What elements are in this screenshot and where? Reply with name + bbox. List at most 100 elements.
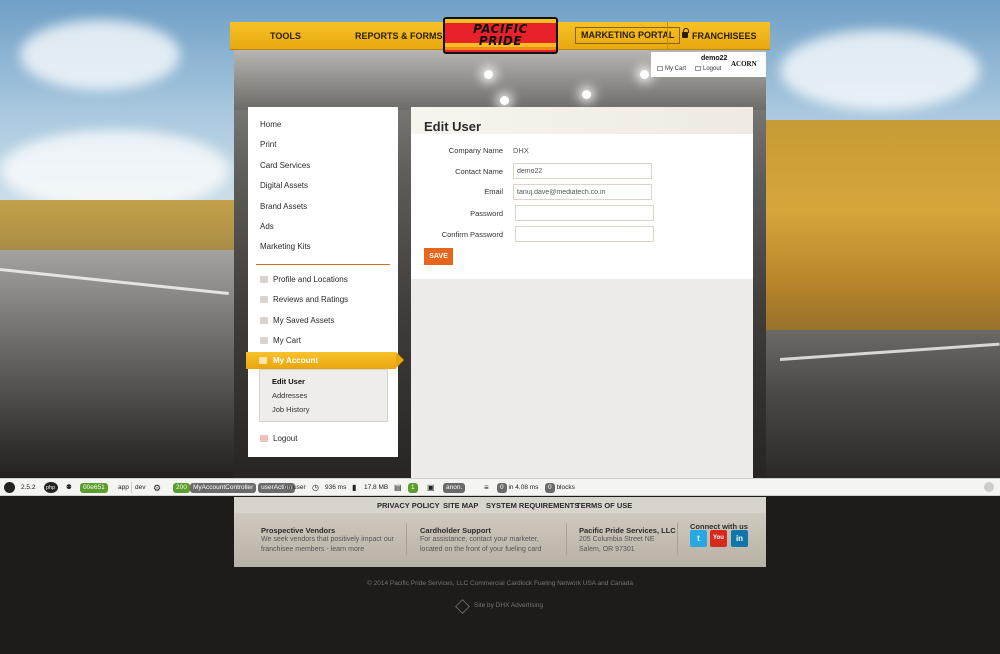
nav-franchisees-label: FRANCHISEES (692, 31, 757, 41)
page-title: Edit User (424, 119, 482, 134)
footer-terms-of-use[interactable]: TERMS OF USE (576, 501, 632, 510)
canopy-light (500, 96, 509, 105)
controller-badge[interactable]: MyAccountController userAction (190, 483, 295, 493)
youtube-icon[interactable]: You (710, 530, 727, 547)
queries-badge[interactable]: 0 in 4.08 ms (497, 483, 538, 493)
forms-badge[interactable]: 1 (408, 483, 418, 493)
php-label: php (46, 485, 56, 491)
nav-marketing-portal[interactable]: MARKETING PORTAL (575, 27, 681, 44)
submenu-edit-user[interactable]: Edit User (272, 377, 305, 386)
nav-franchisees[interactable]: FRANCHISEES (670, 22, 770, 50)
memory-value[interactable]: 17.8 MB (364, 483, 388, 493)
user-icon: ▣ (427, 483, 435, 492)
sidebar-item-profile[interactable]: Profile and Locations (260, 275, 348, 284)
sidebar-item-home[interactable]: Home (260, 120, 281, 129)
vendors-title: Prospective Vendors (261, 526, 336, 535)
user-box: demo22 My Cart Logout ACORN (651, 52, 766, 77)
footer-separator (566, 523, 567, 555)
logo-text-line2: PRIDE (478, 34, 523, 48)
close-icon[interactable] (984, 482, 994, 492)
company-name-value: DHX (513, 146, 529, 155)
confirm-password-label: Confirm Password (441, 230, 503, 239)
blocks-label: blocks (556, 484, 575, 491)
sidebar-item-my-cart[interactable]: My Cart (260, 336, 301, 345)
sidebar-item-reviews[interactable]: Reviews and Ratings (260, 295, 348, 304)
db-icon: ≡ (484, 483, 489, 492)
background-cloud (20, 20, 180, 90)
sidebar-item-marketing-kits[interactable]: Marketing Kits (260, 242, 311, 251)
sidebar-item-label: Profile and Locations (273, 275, 348, 284)
account-icon (259, 357, 267, 364)
vendors-text-line2[interactable]: franchisee members - learn more (261, 545, 364, 555)
footer-system-requirements[interactable]: SYSTEM REQUIREMENTS (486, 501, 579, 510)
footer-separator (406, 523, 407, 555)
nav-reports-forms[interactable]: REPORTS & FORMS (355, 22, 443, 50)
vendors-text-line1: We seek vendors that positively impact o… (261, 536, 394, 543)
confirm-password-field[interactable] (515, 226, 654, 242)
reviews-icon (260, 296, 268, 303)
pacific-pride-logo[interactable]: PACIFIC PRIDE (443, 17, 558, 54)
canopy-light (484, 70, 493, 79)
sidebar-item-logout[interactable]: Logout (260, 434, 297, 443)
sidebar-item-label: My Account (273, 356, 319, 365)
email-label: Email (484, 187, 503, 196)
cart-icon (657, 66, 663, 71)
background-cloud (780, 30, 980, 110)
company-address-line2: Salem, OR 97301 (579, 546, 635, 553)
sidebar-item-label: My Cart (273, 336, 301, 345)
status-code: 200 (173, 483, 190, 493)
controller-name: MyAccountController (190, 483, 257, 493)
debug-toolbar: 2.5.2 php ⚉ 00e651 app dev ⚙ 200 MyAccou… (0, 478, 1000, 496)
logout-icon (260, 435, 268, 442)
forms-count: 1 (408, 483, 418, 493)
token-value: 00e651 (80, 483, 108, 493)
my-cart-link[interactable]: My Cart (657, 66, 686, 72)
form-icon: ▤ (394, 483, 402, 492)
blocks-badge[interactable]: 0 blocks (545, 483, 575, 493)
nav-tools[interactable]: TOOLS (270, 22, 301, 50)
submenu-addresses[interactable]: Addresses (272, 391, 307, 400)
linkedin-icon[interactable]: in (731, 530, 748, 547)
sidebar-item-digital-assets[interactable]: Digital Assets (260, 181, 308, 190)
password-field[interactable] (515, 205, 654, 221)
saved-assets-icon (260, 317, 268, 324)
profile-icon (260, 276, 268, 283)
config-icon[interactable]: ⚉ (66, 483, 72, 493)
footer-site-map[interactable]: SITE MAP (443, 501, 478, 510)
user-value: anon. (443, 483, 466, 493)
twitter-icon[interactable]: t (690, 530, 707, 547)
email-field[interactable] (513, 184, 652, 200)
sidebar-item-label: Reviews and Ratings (273, 295, 349, 304)
submenu-job-history[interactable]: Job History (272, 405, 310, 414)
logout-label: Logout (703, 66, 722, 73)
contact-name-field[interactable] (513, 163, 652, 179)
sidebar-item-print[interactable]: Print (260, 140, 276, 149)
symfony-icon[interactable] (4, 482, 15, 493)
sidebar-item-brand-assets[interactable]: Brand Assets (260, 202, 307, 211)
gear-icon[interactable]: ⚙ (153, 483, 161, 493)
status-badge[interactable]: 200 (173, 483, 190, 493)
background-cloud (0, 130, 230, 210)
sidebar-item-my-account[interactable]: My Account (246, 352, 404, 369)
contact-name-label: Contact Name (455, 167, 503, 176)
env-label: dev (135, 484, 146, 491)
query-time: in 4.08 ms (508, 484, 539, 491)
app-label: app (118, 484, 129, 491)
time-value[interactable]: 936 ms (325, 483, 346, 493)
lock-icon (682, 28, 689, 38)
user-badge[interactable]: anon. (443, 483, 466, 493)
company-name-label: Company Name (448, 146, 503, 155)
sidebar-item-ads[interactable]: Ads (260, 222, 274, 231)
footer-privacy-policy[interactable]: PRIVACY POLICY (377, 501, 440, 510)
token-badge[interactable]: 00e651 (80, 483, 108, 493)
logout-link-top[interactable]: Logout (695, 66, 721, 72)
cart-icon (260, 337, 268, 344)
site-by[interactable]: Site by DHX Advertising (474, 602, 543, 609)
route-label: on user (284, 484, 306, 491)
sidebar-item-card-services[interactable]: Card Services (260, 161, 310, 170)
copyright: © 2014 Pacific Pride Services, LLC Comme… (367, 580, 633, 587)
sidebar-item-saved-assets[interactable]: My Saved Assets (260, 316, 334, 325)
support-text-line2: located on the front of your fueling car… (420, 546, 542, 553)
canopy-light (640, 70, 649, 79)
save-button[interactable]: SAVE (424, 248, 453, 265)
